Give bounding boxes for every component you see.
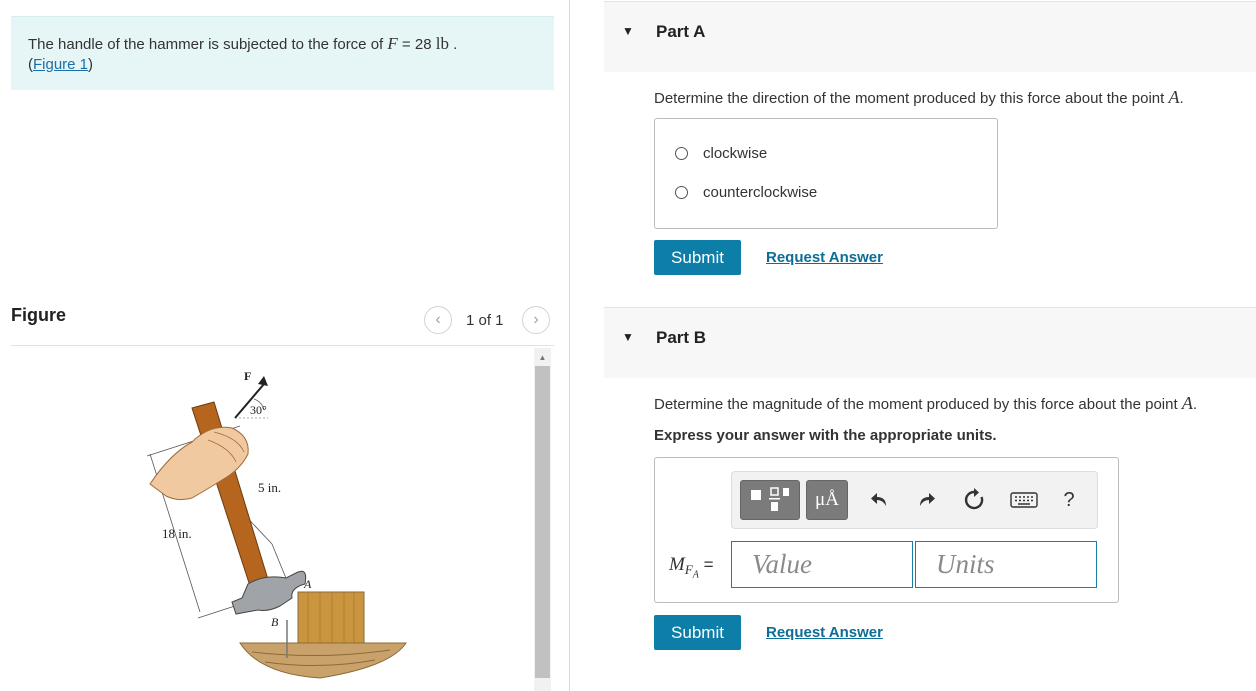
part-b-question: Determine the magnitude of the moment pr… xyxy=(654,393,1197,414)
part-b-question-text: Determine the magnitude of the moment pr… xyxy=(654,396,1182,413)
part-a-question: Determine the direction of the moment pr… xyxy=(654,87,1184,108)
problem-period: . xyxy=(448,36,458,53)
radio-button[interactable] xyxy=(675,147,688,160)
figure-prev-button[interactable]: ‹ xyxy=(424,306,452,334)
undo-icon xyxy=(871,493,886,506)
hammer-head xyxy=(231,570,307,615)
scroll-up-arrow-icon[interactable]: ▲ xyxy=(534,350,551,364)
problem-statement: The handle of the hammer is subjected to… xyxy=(11,16,554,90)
direction-choice-group: clockwise counterclockwise xyxy=(654,118,998,229)
eighteen-inch-label: 18 in. xyxy=(162,526,192,541)
part-b-point-var: A xyxy=(1181,393,1193,413)
part-a-question-end: . xyxy=(1179,90,1184,107)
help-icon: ? xyxy=(1063,488,1075,511)
answer-box: μÅ ? MFA = Value Units xyxy=(654,457,1119,603)
units-button[interactable]: μÅ xyxy=(806,480,848,520)
reset-button[interactable] xyxy=(958,480,990,520)
figure-link[interactable]: Figure 1 xyxy=(33,56,88,73)
part-a-submit-button[interactable]: Submit xyxy=(654,240,741,275)
part-a-request-answer-link[interactable]: Request Answer xyxy=(766,249,883,266)
math-toolbar: μÅ ? xyxy=(731,471,1098,529)
help-button[interactable]: ? xyxy=(1054,480,1084,520)
part-b-submit-button[interactable]: Submit xyxy=(654,615,741,650)
part-b-request-answer-link[interactable]: Request Answer xyxy=(766,624,883,641)
moment-subscript: F xyxy=(684,562,693,578)
part-a-point-var: A xyxy=(1168,87,1180,107)
units-input[interactable]: Units xyxy=(915,541,1097,588)
figure-counter: 1 of 1 xyxy=(466,312,504,329)
radio-button[interactable] xyxy=(675,186,688,199)
part-b-question-end: . xyxy=(1192,396,1197,413)
force-equals: = 28 xyxy=(397,36,436,53)
point-b-label: B xyxy=(271,615,279,629)
figure-heading: Figure xyxy=(11,305,67,325)
column-divider xyxy=(569,0,570,691)
chevron-right-icon: › xyxy=(533,311,539,328)
fraction-template-icon xyxy=(751,487,789,511)
option-counterclockwise-label: counterclockwise xyxy=(703,184,818,201)
redo-icon xyxy=(920,493,935,506)
part-b-title: Part B xyxy=(656,328,707,347)
option-clockwise[interactable]: clockwise xyxy=(675,145,767,162)
answer-label: MFA = xyxy=(669,554,714,581)
scrollbar-thumb[interactable] xyxy=(535,366,550,678)
point-a-label: A xyxy=(303,577,312,591)
link-close-paren: ) xyxy=(88,56,94,73)
part-a-header[interactable]: ▼ Part A xyxy=(604,1,1256,72)
figure-next-button[interactable]: › xyxy=(522,306,550,334)
redo-button[interactable] xyxy=(910,480,942,520)
figure-divider xyxy=(11,345,554,346)
part-a-question-text: Determine the direction of the moment pr… xyxy=(654,90,1169,107)
undo-button[interactable] xyxy=(864,480,896,520)
force-variable: F xyxy=(387,34,398,53)
value-input[interactable]: Value xyxy=(731,541,913,588)
option-counterclockwise[interactable]: counterclockwise xyxy=(675,184,817,201)
equals-sign: = xyxy=(698,555,714,574)
problem-text-prefix: The handle of the hammer is subjected to… xyxy=(28,36,388,53)
moment-symbol: M xyxy=(669,554,685,575)
part-b-instruction: Express your answer with the appropriate… xyxy=(654,427,997,444)
angle-label: 30° xyxy=(250,403,267,417)
force-unit: lb xyxy=(435,34,449,53)
caret-down-icon[interactable]: ▼ xyxy=(622,330,634,344)
hammer-figure: F 30° 5 in. 18 in. A B xyxy=(146,369,407,679)
chevron-left-icon: ‹ xyxy=(435,311,441,328)
part-b-header[interactable]: ▼ Part B xyxy=(604,307,1256,378)
problem-text: The handle of the hammer is subjected to… xyxy=(28,34,457,75)
templates-button[interactable] xyxy=(740,480,800,520)
force-label: F xyxy=(244,369,251,383)
five-inch-label: 5 in. xyxy=(258,480,281,495)
wood-base xyxy=(239,642,407,679)
units-symbol: μÅ xyxy=(815,489,839,510)
part-a-title: Part A xyxy=(656,22,706,41)
keyboard-button[interactable] xyxy=(1006,480,1042,520)
reset-icon xyxy=(964,488,984,510)
caret-down-icon[interactable]: ▼ xyxy=(622,24,634,38)
option-clockwise-label: clockwise xyxy=(703,145,768,162)
keyboard-icon xyxy=(1010,492,1038,508)
